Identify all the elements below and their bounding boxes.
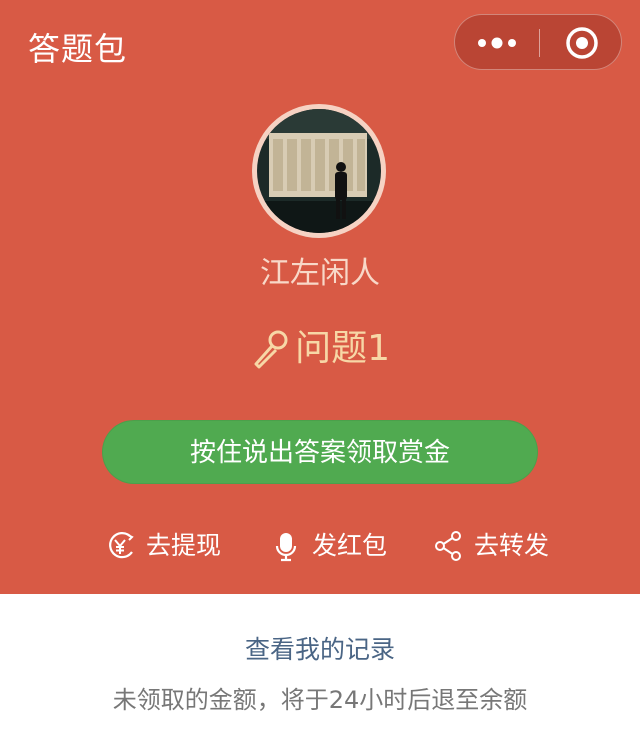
hero-banner: 答题包 江左闲人 问题1 按住说出答案领取赏金 去提现 发红包 去转发 [0,0,640,594]
yen-withdraw-icon [104,526,138,566]
hold-to-answer-button[interactable]: 按住说出答案领取赏金 [102,420,538,484]
question-title: 问题1 [295,328,390,369]
page-title: 答题包 [28,30,128,68]
forward-button[interactable]: 去转发 [432,526,549,566]
withdraw-button[interactable]: 去提现 [104,526,221,566]
miniprogram-capsule [454,14,622,70]
send-red-packet-button[interactable]: 发红包 [270,526,387,566]
avatar-photo [257,109,381,233]
share-icon [432,526,466,566]
forward-label: 去转发 [473,531,549,560]
close-miniprogram-button[interactable] [540,15,623,71]
microphone-icon [270,526,304,566]
withdraw-label: 去提现 [145,531,221,560]
avatar [252,104,386,238]
more-dots-icon [478,37,516,49]
question-heading: 问题1 [0,326,640,372]
send-red-packet-label: 发红包 [311,531,387,560]
microphone-icon [250,326,290,372]
username: 江左闲人 [260,256,380,291]
more-menu-button[interactable] [455,15,538,71]
target-close-icon [566,27,598,59]
view-my-records-link[interactable]: 查看我的记录 [0,630,640,666]
refund-note: 未领取的金额，将于24小时后退至余额 [112,686,528,714]
